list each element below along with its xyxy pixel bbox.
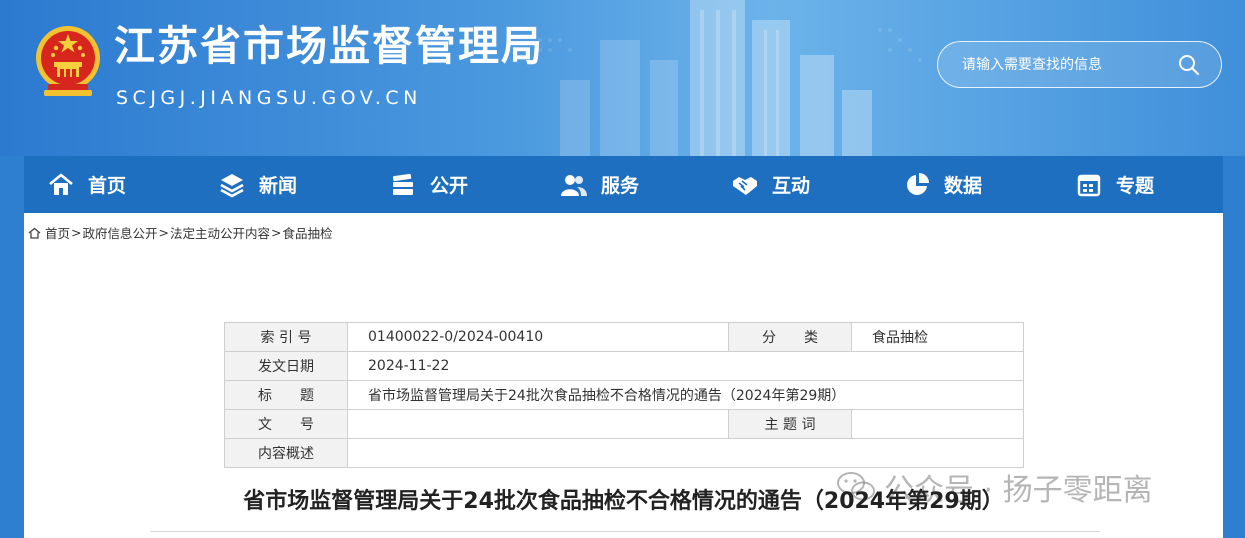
keywords-label: 主 题 词 xyxy=(728,409,852,439)
summary-label: 内容概述 xyxy=(224,438,348,468)
home-icon xyxy=(49,173,73,195)
nav-item-label: 互动 xyxy=(772,175,811,197)
table-row: 标 题 省市场监督管理局关于24批次食品抽检不合格情况的通告（2024年第29期… xyxy=(224,380,1024,410)
nav-item-topics[interactable]: 专题 xyxy=(1076,156,1154,213)
breadcrumb-link-home[interactable]: 首页 xyxy=(45,223,70,242)
pie-chart-icon xyxy=(907,172,929,195)
breadcrumb-separator: > xyxy=(271,225,282,240)
date-label: 发文日期 xyxy=(224,351,348,381)
breadcrumb-link-food-inspection[interactable]: 食品抽检 xyxy=(283,223,333,242)
index-label: 索 引 号 xyxy=(224,322,348,352)
breadcrumb-link-statutory[interactable]: 法定主动公开内容 xyxy=(170,223,270,242)
city-skyline-banner xyxy=(538,0,922,156)
users-icon xyxy=(561,174,587,196)
search-button[interactable] xyxy=(1176,52,1202,78)
national-emblem-logo xyxy=(36,26,100,96)
nav-item-data[interactable]: 数据 xyxy=(904,156,982,213)
document-metadata-table: 索 引 号 01400022-0/2024-00410 分 类 食品抽检 发文日… xyxy=(224,322,1024,468)
title-label: 标 题 xyxy=(224,380,348,410)
summary-value xyxy=(347,438,1024,468)
nav-item-label: 公开 xyxy=(430,175,469,197)
site-title: 江苏省市场监督管理局 xyxy=(114,22,544,70)
nav-item-label: 首页 xyxy=(88,175,127,197)
content-panel: 首页 > 政府信息公开 > 法定主动公开内容 > 食品抽检 索 引 号 0140… xyxy=(24,213,1223,538)
site-domain: SCJGJ.JIANGSU.GOV.CN xyxy=(116,87,422,109)
books-icon xyxy=(392,173,413,195)
category-label: 分 类 xyxy=(728,322,852,352)
nav-item-news[interactable]: 新闻 xyxy=(219,156,297,213)
nav-item-services[interactable]: 服务 xyxy=(561,156,639,213)
nav-item-label: 服务 xyxy=(601,175,640,197)
site-header: 江苏省市场监督管理局 SCJGJ.JIANGSU.GOV.CN xyxy=(0,0,1245,156)
table-row: 发文日期 2024-11-22 xyxy=(224,351,1024,381)
nav-item-label: 专题 xyxy=(1116,175,1155,197)
main-nav: 首页 新闻 公开 服务 互动 数据 专题 xyxy=(24,156,1223,213)
title-value: 省市场监督管理局关于24批次食品抽检不合格情况的通告（2024年第29期） xyxy=(347,380,1024,410)
category-value: 食品抽检 xyxy=(851,322,1024,352)
nav-item-home[interactable]: 首页 xyxy=(48,156,126,213)
table-row: 索 引 号 01400022-0/2024-00410 分 类 食品抽检 xyxy=(224,322,1024,352)
breadcrumb: 首页 > 政府信息公开 > 法定主动公开内容 > 食品抽检 xyxy=(28,223,333,242)
date-value: 2024-11-22 xyxy=(347,351,1024,381)
keywords-value xyxy=(851,409,1024,439)
search-icon xyxy=(1179,55,1200,76)
search-box xyxy=(937,41,1222,88)
docno-label: 文 号 xyxy=(224,409,348,439)
article-title: 省市场监督管理局关于24批次食品抽检不合格情况的通告（2024年第29期） xyxy=(243,489,1004,514)
nav-item-label: 新闻 xyxy=(259,175,298,197)
index-value: 01400022-0/2024-00410 xyxy=(347,322,729,352)
nav-item-interaction[interactable]: 互动 xyxy=(732,156,810,213)
title-divider xyxy=(150,531,1100,532)
breadcrumb-separator: > xyxy=(158,225,169,240)
search-input[interactable] xyxy=(960,53,1174,77)
docno-value xyxy=(347,409,729,439)
table-row: 文 号 主 题 词 xyxy=(224,409,1024,439)
breadcrumb-link-gov-info[interactable]: 政府信息公开 xyxy=(83,223,158,242)
calendar-icon xyxy=(1077,174,1101,196)
layers-icon xyxy=(220,173,244,197)
nav-item-label: 数据 xyxy=(944,175,983,197)
table-row: 内容概述 xyxy=(224,438,1024,468)
handshake-icon xyxy=(733,176,757,195)
breadcrumb-separator: > xyxy=(71,225,82,240)
home-icon xyxy=(28,227,41,239)
nav-item-disclosure[interactable]: 公开 xyxy=(390,156,468,213)
